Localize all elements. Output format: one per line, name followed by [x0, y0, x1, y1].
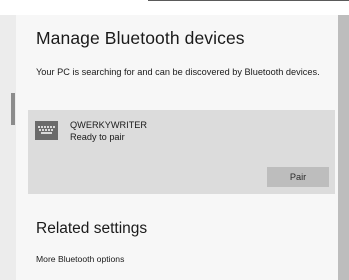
window-top-border [148, 0, 349, 1]
window-top-bar [0, 0, 349, 15]
more-bluetooth-options-link[interactable]: More Bluetooth options [36, 254, 124, 264]
page-title: Manage Bluetooth devices [36, 28, 245, 48]
device-status: Ready to pair [70, 132, 125, 142]
nav-selection-indicator [11, 93, 15, 125]
device-item[interactable]: QWERKYWRITER Ready to pair Pair [28, 110, 335, 194]
bluetooth-settings-panel: Manage Bluetooth devices Your PC is sear… [16, 15, 338, 280]
pair-button[interactable]: Pair [267, 167, 329, 187]
keyboard-icon [35, 121, 58, 140]
right-edge-strip [338, 15, 349, 280]
left-nav-strip [0, 15, 16, 280]
page-description: Your PC is searching for and can be disc… [36, 67, 320, 77]
device-name: QWERKYWRITER [70, 120, 148, 130]
related-settings-heading: Related settings [36, 220, 148, 237]
